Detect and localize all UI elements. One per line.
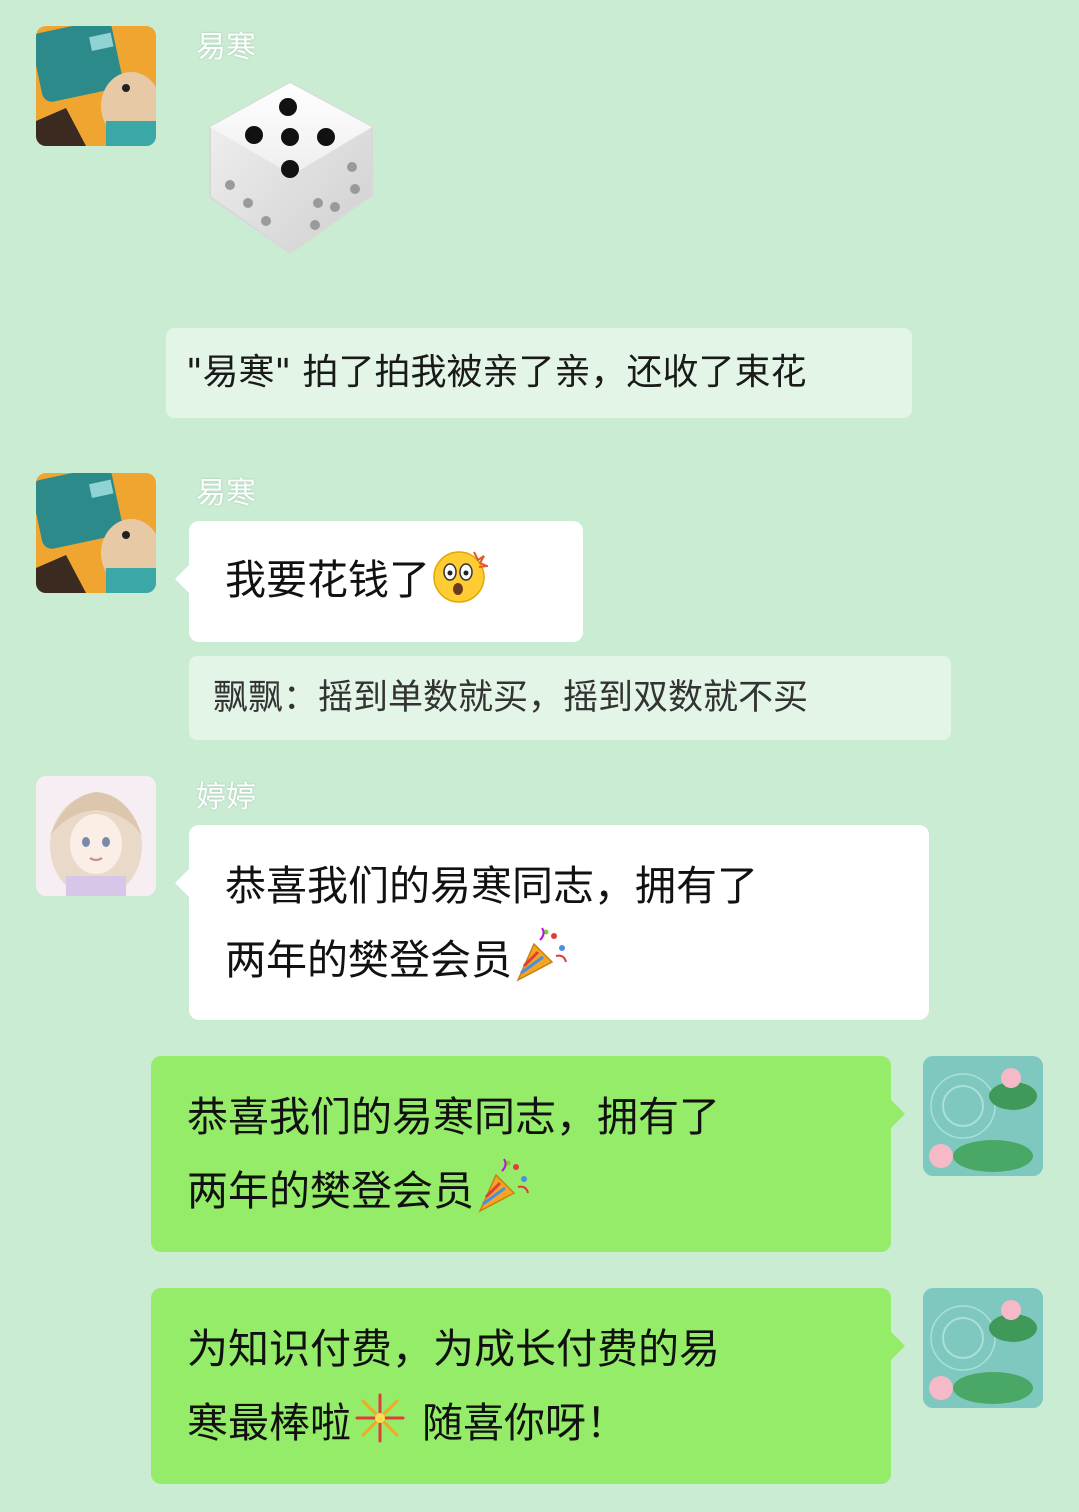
dice-sticker[interactable]	[200, 75, 390, 265]
fireworks-emoji-icon	[351, 1389, 409, 1447]
party-popper-emoji-icon	[512, 926, 570, 984]
system-message-pat: "易寒" 拍了拍我被亲了亲，还收了束花	[166, 328, 912, 418]
avatar-yihan[interactable]	[36, 473, 156, 593]
me-avatar-image	[923, 1056, 1043, 1176]
message-text: 我要花钱了	[225, 556, 430, 604]
message-text-line: 随喜你呀！	[422, 1399, 628, 1447]
message-text-line: 恭喜我们的易寒同志，拥有了	[187, 1093, 720, 1141]
shocked-face-emoji-icon	[430, 546, 488, 604]
me-avatar-image	[923, 1288, 1043, 1408]
message-bubble[interactable]: 恭喜我们的易寒同志，拥有了 两年的樊登会员	[151, 1056, 905, 1252]
message-text-line: 为知识付费，为成长付费的易	[187, 1325, 720, 1373]
message-text-line: 两年的樊登会员	[187, 1167, 474, 1215]
message-bubble[interactable]: 我要花钱了	[175, 521, 583, 642]
avatar-tingting[interactable]	[36, 776, 156, 896]
quote-message[interactable]: 飘飘：摇到单数就买，摇到双数就不买	[189, 656, 951, 740]
yihan-avatar-image	[36, 26, 156, 146]
message-bubble[interactable]: 为知识付费，为成长付费的易 寒最棒啦 随喜你呀！	[151, 1288, 905, 1484]
message-bubble[interactable]: 恭喜我们的易寒同志，拥有了 两年的樊登会员	[175, 825, 929, 1020]
avatar-me[interactable]	[923, 1288, 1043, 1408]
avatar-me[interactable]	[923, 1056, 1043, 1176]
party-popper-emoji-icon	[474, 1157, 532, 1215]
message-text-line: 恭喜我们的易寒同志，拥有了	[225, 862, 758, 910]
avatar-yihan[interactable]	[36, 26, 156, 146]
sender-name: 易寒	[196, 30, 256, 65]
sender-name: 婷婷	[196, 780, 256, 815]
sender-name: 易寒	[196, 476, 256, 511]
message-text-line: 两年的樊登会员	[225, 936, 512, 984]
message-text-line: 寒最棒啦	[187, 1399, 351, 1447]
dice-five-icon	[209, 81, 373, 255]
yihan-avatar-image	[36, 473, 156, 593]
tingting-avatar-image	[36, 776, 156, 896]
